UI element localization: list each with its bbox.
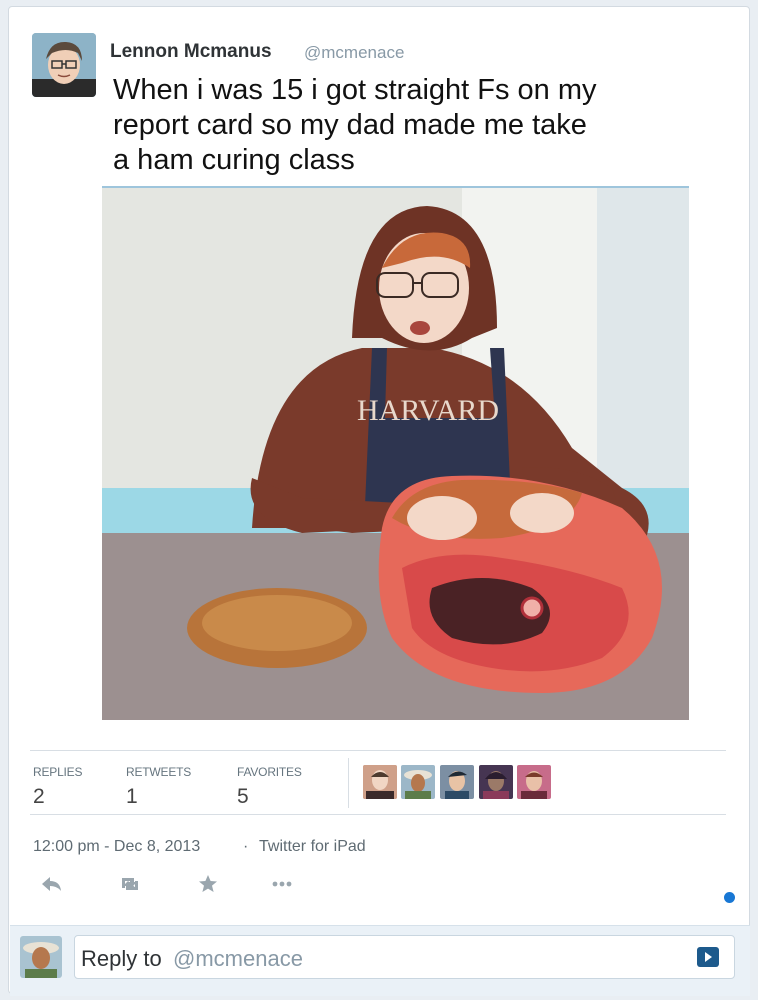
favorites-count[interactable]: 5 [237, 785, 249, 809]
favoriter-avatar[interactable] [363, 765, 397, 799]
retweet-icon[interactable] [118, 874, 142, 894]
current-user-avatar[interactable] [20, 936, 62, 978]
sweatshirt-text: HARVARD [357, 394, 499, 427]
tweet-media-image[interactable]: HARVARD [102, 186, 689, 720]
tweet-text-line: a ham curing class [113, 144, 355, 176]
author-name[interactable]: Lennon Mcmanus [110, 41, 272, 63]
author-avatar[interactable] [32, 33, 96, 97]
tweet-timestamp[interactable]: 12:00 pm - Dec 8, 2013 [33, 838, 200, 856]
reply-placeholder-handle: @mcmenace [173, 946, 303, 971]
replies-label: REPLIES [33, 765, 83, 779]
tweet-text: When i was 15 i got straight Fs on my re… [113, 73, 673, 178]
reply-placeholder-label: Reply to [81, 946, 162, 971]
unread-indicator-dot [724, 892, 735, 903]
favoriter-avatar[interactable] [401, 765, 435, 799]
stats-divider-bottom [30, 814, 726, 815]
replies-count[interactable]: 2 [33, 785, 45, 809]
author-handle[interactable]: @mcmenace [304, 43, 404, 63]
send-icon[interactable] [697, 947, 719, 967]
tweet-source[interactable]: Twitter for iPad [259, 838, 366, 856]
favoriter-avatar[interactable] [479, 765, 513, 799]
stats-separator [348, 758, 349, 808]
retweets-count[interactable]: 1 [126, 785, 138, 809]
reply-icon[interactable] [40, 874, 64, 894]
favoriter-avatar[interactable] [440, 765, 474, 799]
meta-separator: · [243, 838, 249, 855]
retweets-label: RETWEETS [126, 765, 192, 779]
more-icon[interactable] [270, 874, 294, 894]
favorite-icon[interactable] [196, 874, 220, 894]
tweet-text-line: When i was 15 i got straight Fs on my [113, 74, 597, 106]
favorites-label: FAVORITES [237, 765, 302, 779]
tweet-text-line: report card so my dad made me take [113, 109, 587, 141]
stats-divider-top [30, 750, 726, 751]
favoriter-avatar[interactable] [517, 765, 551, 799]
